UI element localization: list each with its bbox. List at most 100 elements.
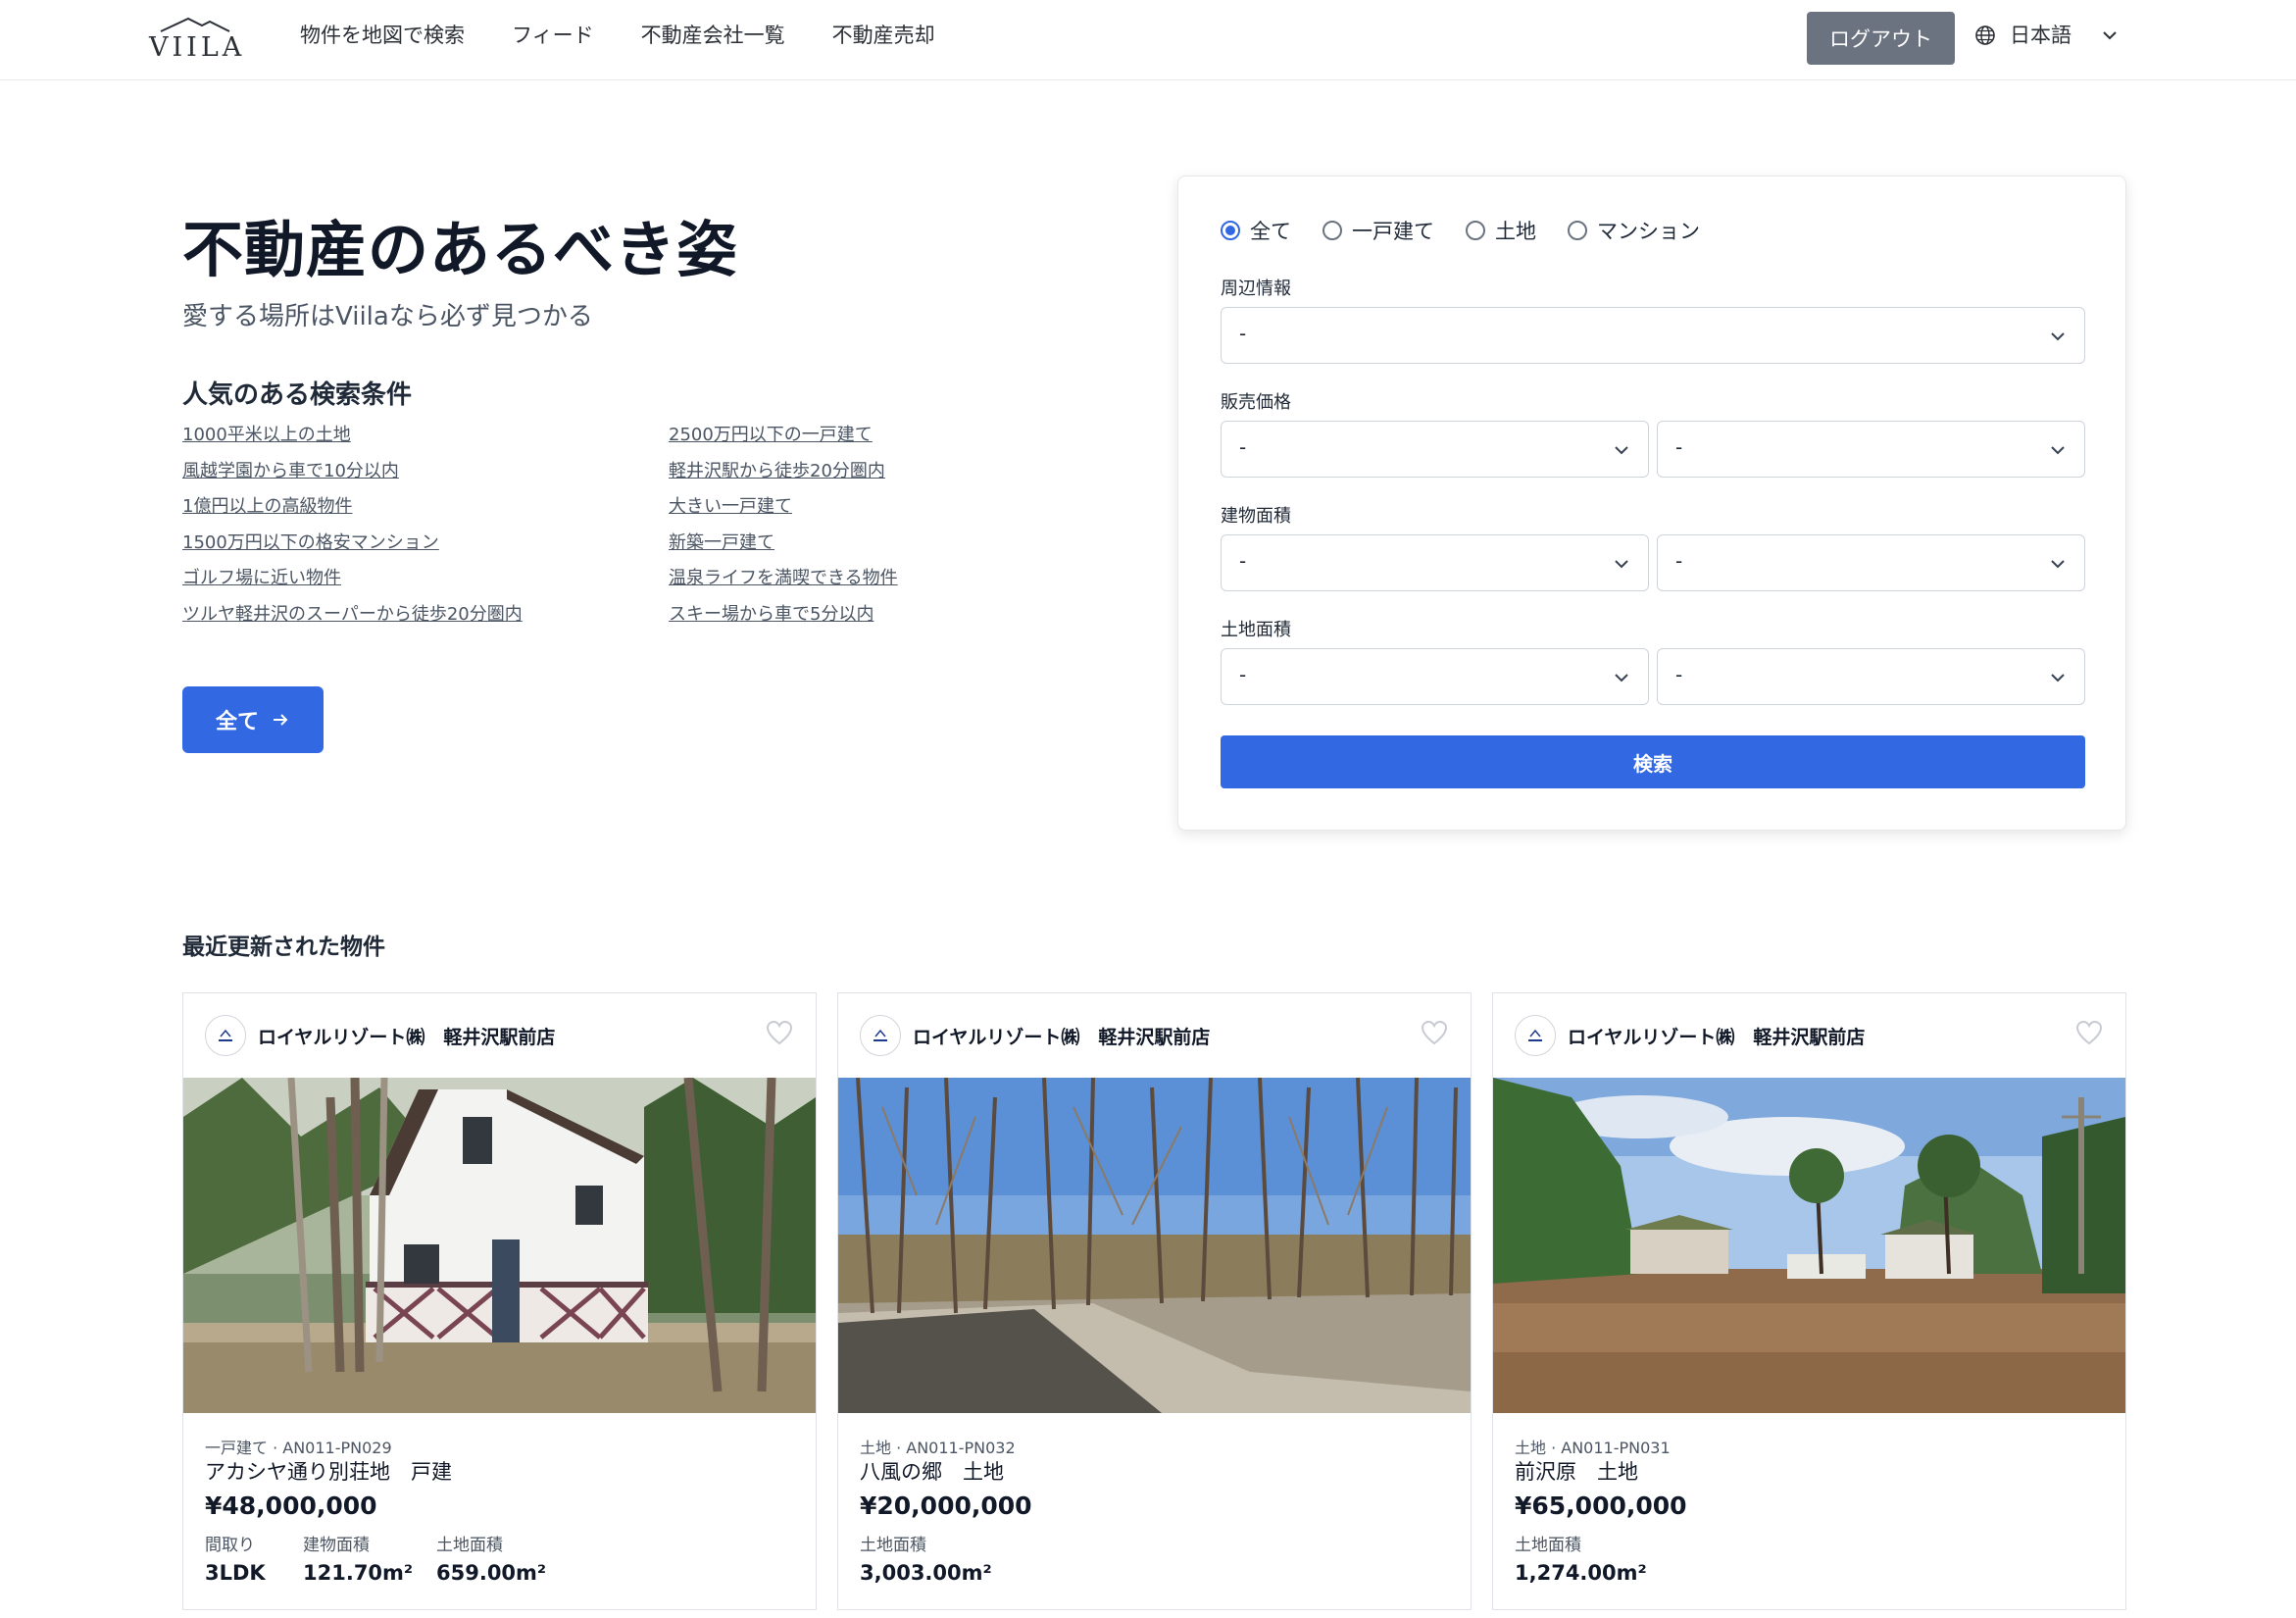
agency-logo-icon <box>205 1015 246 1056</box>
listing-meta: 一戸建て · AN011-PN029 <box>205 1439 392 1457</box>
agency-logo-icon <box>1515 1015 1556 1056</box>
popular-search-link[interactable]: スキー場から車で5分以内 <box>669 597 898 633</box>
land-area-max-select[interactable]: - <box>1657 648 2085 705</box>
spec-value: 659.00m² <box>436 1561 547 1585</box>
nav-feed[interactable]: フィード <box>512 20 594 51</box>
popular-search-link[interactable]: 1500万円以下の格安マンション <box>182 526 523 562</box>
listing-name[interactable]: アカシヤ通り別荘地 戸建 <box>205 1456 452 1486</box>
radio-button[interactable] <box>1568 221 1587 240</box>
popular-search-link[interactable]: ゴルフ場に近い物件 <box>182 561 523 597</box>
popular-search-link[interactable]: 1000平米以上の土地 <box>182 418 523 454</box>
building-area-label: 建物面積 <box>1221 506 1291 527</box>
favorite-heart-icon[interactable] <box>765 1019 794 1046</box>
language-label: 日本語 <box>2010 24 2071 47</box>
language-selector[interactable]: 日本語 <box>1974 20 2119 51</box>
agency-header: ロイヤルリゾート㈱ 軽井沢駅前店 <box>205 1015 555 1056</box>
spec-value: 3,003.00m² <box>860 1561 992 1585</box>
radio-label: 一戸建て <box>1352 220 1434 243</box>
listing-card[interactable]: ロイヤルリゾート㈱ 軽井沢駅前店 <box>837 992 1472 1610</box>
radio-button[interactable] <box>1323 221 1342 240</box>
listing-card[interactable]: ロイヤルリゾート㈱ 軽井沢駅前店 <box>182 992 817 1610</box>
popular-searches-left: 1000平米以上の土地 風越学園から車で10分以内 1億円以上の高級物件 150… <box>182 418 523 633</box>
agency-name[interactable]: ロイヤルリゾート㈱ 軽井沢駅前店 <box>258 1023 555 1049</box>
popular-searches-right: 2500万円以下の一戸建て 軽井沢駅から徒歩20分圏内 大きい一戸建て 新築一戸… <box>669 418 898 633</box>
select-value: - <box>1675 435 1683 459</box>
listing-meta: 土地 · AN011-PN032 <box>860 1439 1016 1457</box>
chevron-down-icon <box>2051 446 2065 455</box>
popular-search-link[interactable]: 1億円以上の高級物件 <box>182 489 523 526</box>
price-label: 販売価格 <box>1221 392 1291 413</box>
chevron-down-icon <box>2103 31 2117 40</box>
viila-logo[interactable]: VIILA <box>149 16 241 63</box>
radio-button-checked[interactable] <box>1221 221 1240 240</box>
building-area-min-select[interactable]: - <box>1221 534 1649 591</box>
popular-search-link[interactable]: 軽井沢駅から徒歩20分圏内 <box>669 454 898 490</box>
logout-button[interactable]: ログアウト <box>1807 12 1955 65</box>
radio-mansion[interactable]: マンション <box>1568 216 1700 245</box>
property-photo[interactable] <box>838 1078 1471 1413</box>
spec-key: 土地面積 <box>1515 1536 1581 1555</box>
popular-search-link[interactable]: ツルヤ軽井沢のスーパーから徒歩20分圏内 <box>182 597 523 633</box>
chevron-down-icon <box>1615 446 1628 455</box>
spec-value: 3LDK <box>205 1561 266 1585</box>
favorite-heart-icon[interactable] <box>2074 1019 2104 1046</box>
listing-name[interactable]: 八風の郷 土地 <box>860 1456 1004 1486</box>
spec-key: 土地面積 <box>860 1536 926 1555</box>
logo-text: VIILA <box>149 32 246 63</box>
price-max-select[interactable]: - <box>1657 421 2085 478</box>
chevron-down-icon <box>1615 674 1628 683</box>
land-area-min-select[interactable]: - <box>1221 648 1649 705</box>
search-button[interactable]: 検索 <box>1221 735 2085 788</box>
popular-search-link[interactable]: 温泉ライフを満喫できる物件 <box>669 561 898 597</box>
radio-label: 全て <box>1250 220 1291 243</box>
agency-name[interactable]: ロイヤルリゾート㈱ 軽井沢駅前店 <box>1568 1023 1865 1049</box>
select-value: - <box>1675 663 1683 686</box>
main-nav: 物件を地図で検索 フィード 不動産会社一覧 不動産売却 <box>300 20 935 51</box>
agency-header: ロイヤルリゾート㈱ 軽井沢駅前店 <box>860 1015 1210 1056</box>
price-min-select[interactable]: - <box>1221 421 1649 478</box>
listing-price: ¥20,000,000 <box>860 1492 1032 1520</box>
property-photo[interactable] <box>1493 1078 2125 1413</box>
agency-logo-icon <box>860 1015 901 1056</box>
listing-meta: 土地 · AN011-PN031 <box>1515 1439 1671 1457</box>
spec-land-area: 土地面積 3,003.00m² <box>860 1533 992 1588</box>
favorite-heart-icon[interactable] <box>1420 1019 1449 1046</box>
listing-price: ¥65,000,000 <box>1515 1492 1687 1520</box>
globe-icon <box>1975 25 1995 45</box>
all-searches-button[interactable]: 全て <box>182 686 324 753</box>
nav-sell[interactable]: 不動産売却 <box>832 20 935 51</box>
spec-key: 間取り <box>205 1536 255 1555</box>
radio-land[interactable]: 土地 <box>1466 216 1536 245</box>
building-area-max-select[interactable]: - <box>1657 534 2085 591</box>
popular-search-link[interactable]: 風越学園から車で10分以内 <box>182 454 523 490</box>
radio-all[interactable]: 全て <box>1221 216 1291 245</box>
search-panel: 全て 一戸建て 土地 マンション 周辺情報 - 販売価格 - - 建物面積 - … <box>1177 176 2126 831</box>
listing-price: ¥48,000,000 <box>205 1492 377 1520</box>
nav-agencies[interactable]: 不動産会社一覧 <box>641 20 785 51</box>
property-type-radios: 全て 一戸建て 土地 マンション <box>1221 216 1700 245</box>
agency-name[interactable]: ロイヤルリゾート㈱ 軽井沢駅前店 <box>913 1023 1210 1049</box>
select-value: - <box>1675 549 1683 573</box>
listing-specs: 土地面積 3,003.00m² <box>860 1533 992 1588</box>
recent-listings-title: 最近更新された物件 <box>182 935 385 960</box>
popular-search-link[interactable]: 新築一戸建て <box>669 526 898 562</box>
property-photo[interactable] <box>183 1078 816 1413</box>
radio-house[interactable]: 一戸建て <box>1323 216 1434 245</box>
listing-name[interactable]: 前沢原 土地 <box>1515 1456 1638 1486</box>
radio-label: マンション <box>1597 220 1700 243</box>
surroundings-label: 周辺情報 <box>1221 278 1291 299</box>
land-area-label: 土地面積 <box>1221 620 1291 640</box>
radio-button[interactable] <box>1466 221 1485 240</box>
arrow-right-icon <box>274 714 288 726</box>
popular-search-link[interactable]: 大きい一戸建て <box>669 489 898 526</box>
popular-search-link[interactable]: 2500万円以下の一戸建て <box>669 418 898 454</box>
spec-value: 121.70m² <box>303 1561 414 1585</box>
select-value: - <box>1239 549 1247 573</box>
nav-map-search[interactable]: 物件を地図で検索 <box>300 20 465 51</box>
listing-card[interactable]: ロイヤルリゾート㈱ 軽井沢駅前店 <box>1492 992 2126 1610</box>
spec-key: 土地面積 <box>436 1536 503 1555</box>
spec-value: 1,274.00m² <box>1515 1561 1647 1585</box>
surroundings-select[interactable]: - <box>1221 307 2085 364</box>
select-value: - <box>1239 435 1247 459</box>
select-value: - <box>1239 663 1247 686</box>
